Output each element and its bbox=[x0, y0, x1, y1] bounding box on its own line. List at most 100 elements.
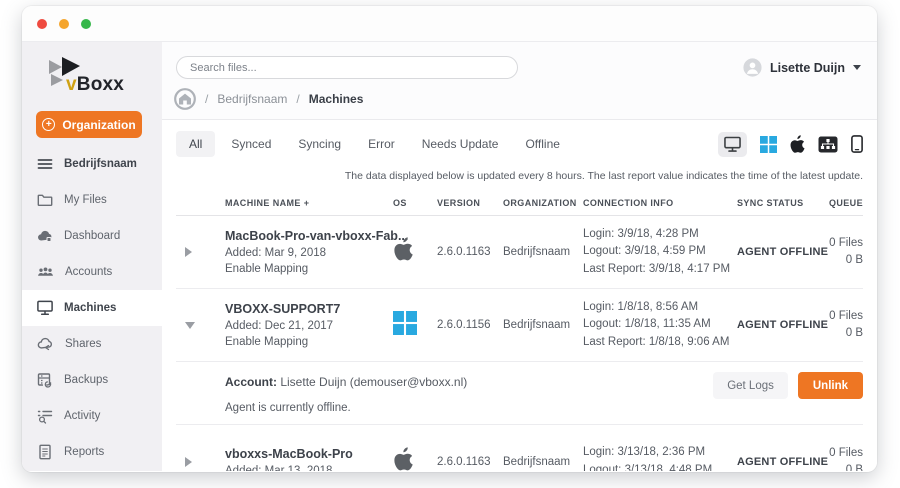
mobile-icon bbox=[851, 135, 863, 153]
chevron-right-icon bbox=[185, 247, 192, 257]
accounts-icon bbox=[37, 264, 54, 280]
machine-detail-panel: Account: Lisette Duijn (demouser@vboxx.n… bbox=[176, 362, 863, 425]
menu-icon bbox=[37, 156, 53, 172]
unlink-button[interactable]: Unlink bbox=[798, 372, 863, 399]
shares-cloud-icon bbox=[37, 336, 54, 352]
tab-offline[interactable]: Offline bbox=[525, 137, 559, 151]
tab-error[interactable]: Error bbox=[368, 137, 395, 151]
sync-status-badge: AGENT OFFLINE bbox=[737, 456, 807, 468]
table-row: vboxxs-MacBook-Pro Added: Mar 13, 2018 2… bbox=[176, 425, 863, 471]
dashboard-cloud-icon bbox=[37, 228, 53, 244]
machine-organization: Bedrijfsnaam bbox=[503, 319, 583, 331]
enable-mapping-link[interactable]: Enable Mapping bbox=[225, 263, 308, 275]
expand-row-button[interactable] bbox=[176, 457, 225, 467]
activity-icon bbox=[37, 408, 53, 424]
machine-version: 2.6.0.1163 bbox=[437, 456, 503, 468]
chevron-down-icon bbox=[185, 322, 195, 329]
table-header-row: MACHINE NAME + OS VERSION ORGANIZATION C… bbox=[176, 190, 863, 216]
windows-icon bbox=[760, 136, 777, 153]
machine-version: 2.6.0.1163 bbox=[437, 246, 503, 258]
sidebar-item-bedrijfsnaam[interactable]: Bedrijfsnaam bbox=[22, 146, 162, 182]
table-row: MacBook-Pro-van-vboxx-Fab... Added: Mar … bbox=[176, 216, 863, 289]
connection-info: Login: 3/9/18, 4:28 PM Logout: 3/9/18, 4… bbox=[583, 226, 737, 279]
vboxx-wordmark: vBoxx bbox=[66, 74, 124, 96]
get-logs-button[interactable]: Get Logs bbox=[713, 372, 788, 399]
machine-version: 2.6.0.1156 bbox=[437, 319, 503, 331]
enable-mapping-link[interactable]: Enable Mapping bbox=[225, 336, 308, 348]
col-connection-info: CONNECTION INFO bbox=[583, 198, 737, 208]
account-value: Lisette Duijn (demouser@vboxx.nl) bbox=[280, 375, 467, 389]
window-titlebar bbox=[22, 6, 877, 42]
breadcrumb: / Bedrijfsnaam / Machines bbox=[174, 88, 867, 110]
status-tabs: All Synced Syncing Error Needs Update Of… bbox=[176, 128, 863, 160]
add-organization-button[interactable]: + Organization bbox=[36, 111, 142, 138]
app-window: vBoxx + Organization Bedrijfsnaam My bbox=[22, 6, 877, 472]
apple-icon bbox=[393, 447, 414, 472]
machine-added-date: Added: Mar 9, 2018 bbox=[225, 247, 393, 259]
sidebar-item-reports[interactable]: Reports bbox=[22, 434, 162, 470]
filter-nas-button[interactable] bbox=[818, 136, 838, 153]
apple-icon bbox=[790, 135, 805, 154]
user-name: Lisette Duijn bbox=[770, 61, 845, 75]
topbar: Lisette Duijn / Bedrijfsnaam / Machines bbox=[162, 42, 877, 120]
machine-added-date: Added: Dec 21, 2017 bbox=[225, 320, 393, 332]
tab-needs-update[interactable]: Needs Update bbox=[422, 137, 499, 151]
tab-syncing[interactable]: Syncing bbox=[298, 137, 341, 151]
maximize-window-button[interactable] bbox=[81, 19, 91, 29]
update-notice: The data displayed below is updated ever… bbox=[176, 170, 863, 182]
filter-mobile-button[interactable] bbox=[851, 135, 863, 153]
sidebar-nav: Bedrijfsnaam My Files Dashboard bbox=[22, 146, 162, 470]
tab-all[interactable]: All bbox=[176, 131, 215, 157]
sidebar-item-shares[interactable]: Shares bbox=[22, 326, 162, 362]
filter-desktop-button[interactable] bbox=[718, 132, 747, 157]
col-os: OS bbox=[393, 198, 437, 208]
user-menu[interactable]: Lisette Duijn bbox=[743, 58, 861, 77]
sync-status-badge: AGENT OFFLINE bbox=[737, 246, 807, 258]
col-queue: QUEUE bbox=[807, 198, 863, 208]
queue-info: 0 Files 0 B bbox=[807, 235, 863, 269]
sync-status-badge: AGENT OFFLINE bbox=[737, 319, 807, 331]
windows-icon bbox=[393, 311, 417, 335]
filter-windows-button[interactable] bbox=[760, 136, 777, 153]
col-version: VERSION bbox=[437, 198, 503, 208]
os-filter-bar bbox=[718, 132, 863, 157]
sidebar-item-dashboard[interactable]: Dashboard bbox=[22, 218, 162, 254]
minimize-window-button[interactable] bbox=[59, 19, 69, 29]
sidebar-item-activity[interactable]: Activity bbox=[22, 398, 162, 434]
machine-organization: Bedrijfsnaam bbox=[503, 456, 583, 468]
machine-added-date: Added: Mar 13, 2018 bbox=[225, 465, 393, 472]
queue-info: 0 Files 0 B bbox=[807, 445, 863, 472]
home-icon[interactable] bbox=[174, 88, 196, 110]
tab-synced[interactable]: Synced bbox=[231, 137, 271, 151]
apple-icon bbox=[393, 237, 414, 262]
sidebar-item-machines[interactable]: Machines bbox=[22, 290, 162, 326]
machine-organization: Bedrijfsnaam bbox=[503, 246, 583, 258]
sidebar: vBoxx + Organization Bedrijfsnaam My bbox=[22, 42, 162, 471]
sidebar-item-backups[interactable]: Backups bbox=[22, 362, 162, 398]
machine-name: vboxxs-MacBook-Pro bbox=[225, 447, 393, 461]
sidebar-item-accounts[interactable]: Accounts bbox=[22, 254, 162, 290]
chevron-down-icon bbox=[853, 65, 861, 70]
machines-content: All Synced Syncing Error Needs Update Of… bbox=[162, 120, 877, 471]
search-input[interactable] bbox=[176, 56, 518, 79]
vboxx-logo: vBoxx bbox=[48, 57, 140, 99]
machines-monitor-icon bbox=[37, 300, 53, 316]
main-area: Lisette Duijn / Bedrijfsnaam / Machines bbox=[162, 42, 877, 471]
machine-name: MacBook-Pro-van-vboxx-Fab... bbox=[225, 229, 393, 243]
filter-apple-button[interactable] bbox=[790, 135, 805, 154]
col-machine-name[interactable]: MACHINE NAME + bbox=[225, 198, 393, 208]
breadcrumb-organization[interactable]: Bedrijfsnaam bbox=[217, 92, 287, 106]
sidebar-item-my-files[interactable]: My Files bbox=[22, 182, 162, 218]
close-window-button[interactable] bbox=[37, 19, 47, 29]
connection-info: Login: 3/13/18, 2:36 PM Logout: 3/13/18,… bbox=[583, 444, 737, 471]
expand-row-button[interactable] bbox=[176, 247, 225, 257]
reports-icon bbox=[37, 444, 53, 460]
table-row: VBOXX-SUPPORT7 Added: Dec 21, 2017 Enabl… bbox=[176, 289, 863, 362]
collapse-row-button[interactable] bbox=[176, 322, 225, 329]
desktop-monitor-icon bbox=[724, 136, 741, 153]
account-label: Account: bbox=[225, 375, 277, 389]
col-organization: ORGANIZATION bbox=[503, 198, 583, 208]
machine-name: VBOXX-SUPPORT7 bbox=[225, 302, 393, 316]
col-sync-status: SYNC STATUS bbox=[737, 198, 807, 208]
chevron-right-icon bbox=[185, 457, 192, 467]
